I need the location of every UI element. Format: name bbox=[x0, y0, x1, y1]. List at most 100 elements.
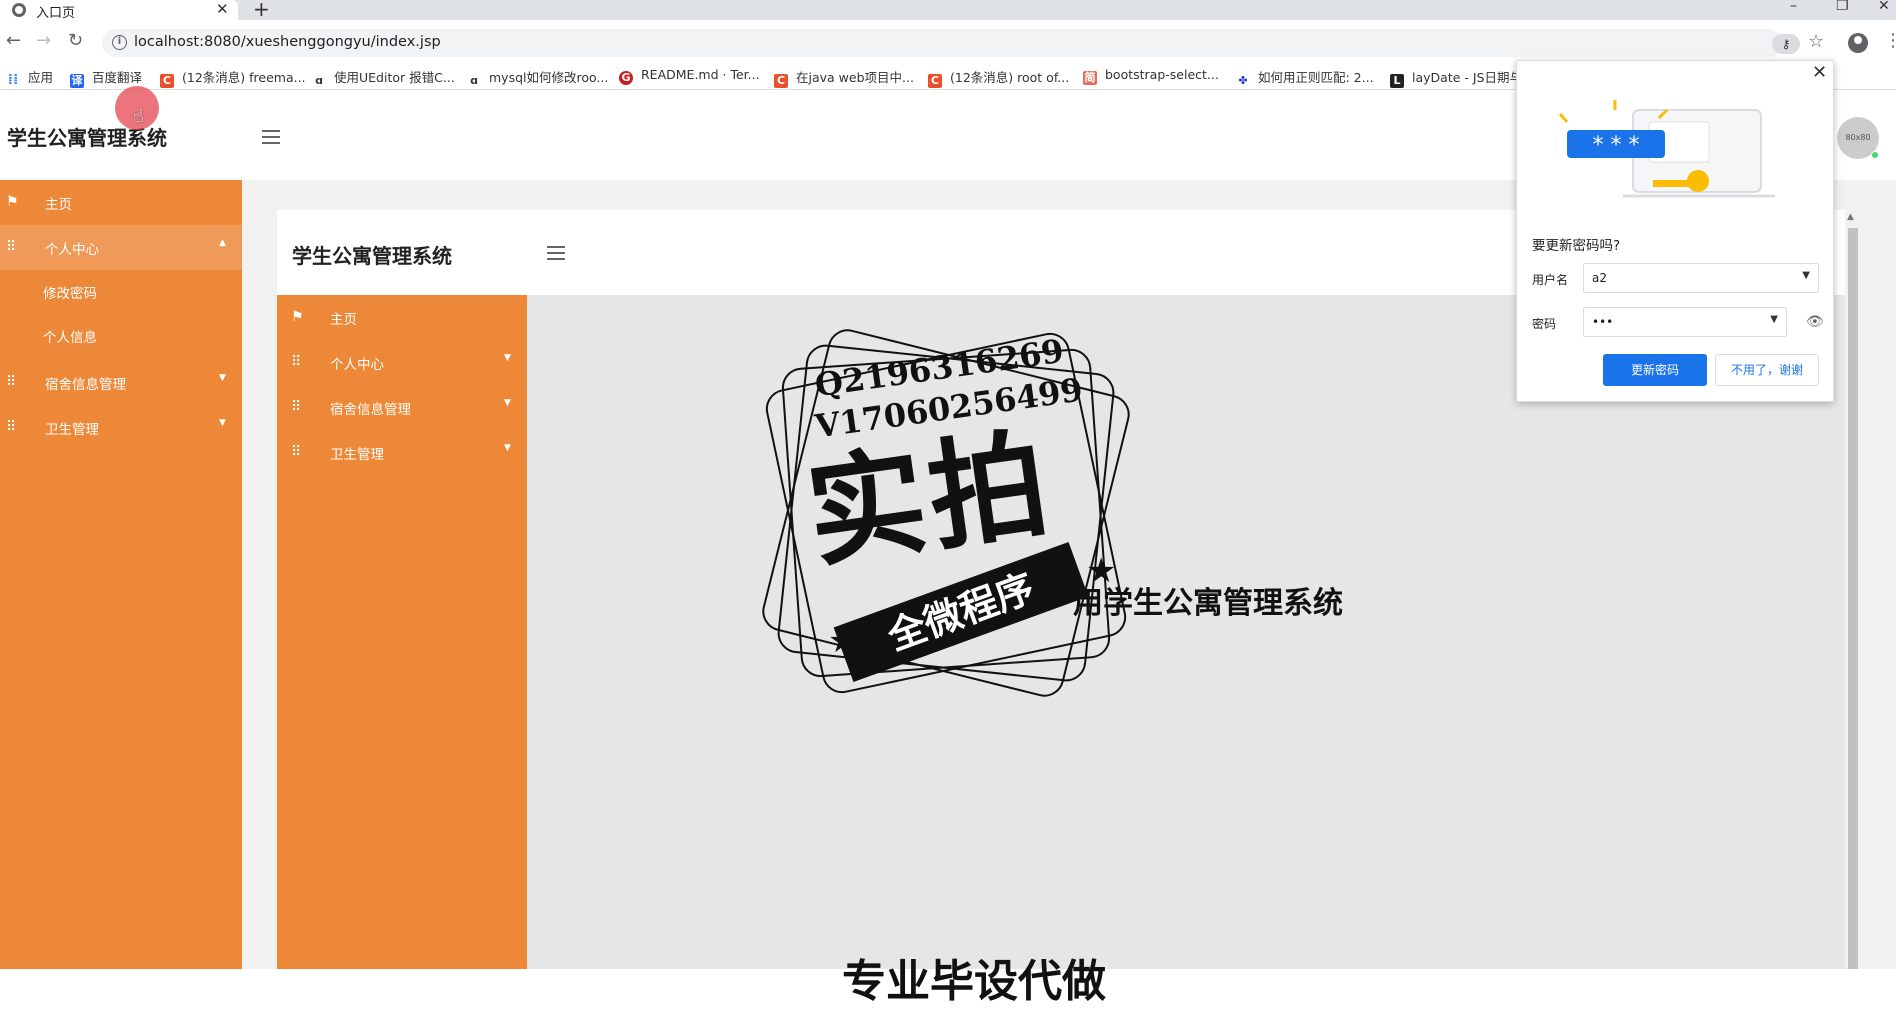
sidebar-item-dorm-info[interactable]: ⠿ 宿舍信息管理 ▼ bbox=[0, 360, 242, 405]
tab-strip: 入口页 ✕ + – ❐ ✕ bbox=[0, 0, 1896, 21]
sidebar-subitem-change-password[interactable]: 修改密码 bbox=[0, 270, 242, 314]
online-status-dot bbox=[1871, 151, 1879, 159]
bookmark-apps[interactable]: ⁞⁞ 应用 bbox=[6, 67, 53, 87]
toolbar: ← → ↻ i localhost:8080/xueshenggongyu/in… bbox=[0, 26, 1896, 60]
dropdown-arrow-icon: ▼ bbox=[1770, 314, 1778, 325]
sidebar-item-hygiene[interactable]: ⠿ 卫生管理 ▼ bbox=[0, 405, 242, 450]
grid-icon: ⠿ bbox=[291, 354, 302, 370]
flag-icon: ⚑ bbox=[291, 309, 304, 325]
bookmark-item[interactable]: ✤ 如何用正则匹配: 2... bbox=[1236, 67, 1373, 88]
dialog-close-icon[interactable]: ✕ bbox=[1812, 62, 1827, 83]
bookmark-item[interactable]: G README.md · Ter... bbox=[619, 67, 760, 85]
masked-password-text: * * * bbox=[1593, 133, 1640, 158]
scroll-up-icon[interactable]: ▲ bbox=[1847, 212, 1854, 222]
password-label: 密码 bbox=[1532, 317, 1557, 331]
caret-down-icon: ▼ bbox=[504, 398, 511, 408]
star-icon: ★ bbox=[1086, 551, 1117, 591]
show-password-eye-icon[interactable]: 👁 bbox=[1806, 314, 1824, 330]
browser-menu-icon[interactable]: ⋮ bbox=[1884, 30, 1896, 51]
watermark-stamp: Q2196316269 V17060256499 实拍 全微程序 ★ ★ bbox=[716, 283, 1176, 743]
sidebar-item-label: 主页 bbox=[45, 197, 72, 213]
bookmark-star-icon[interactable]: ☆ bbox=[1808, 31, 1824, 52]
hand-cursor-icon: ☝ bbox=[133, 106, 144, 127]
bookmark-item[interactable]: ɑ mysql如何修改roo... bbox=[467, 67, 608, 88]
sidebar-subitem-personal-info[interactable]: 个人信息 bbox=[0, 314, 242, 358]
sidebar-subitem-label: 个人信息 bbox=[43, 330, 97, 346]
address-bar[interactable]: i localhost:8080/xueshenggongyu/index.js… bbox=[102, 29, 1782, 57]
bookmark-item[interactable]: LlayDate - JS日期与 bbox=[1390, 67, 1522, 88]
reload-icon[interactable]: ↻ bbox=[68, 30, 83, 51]
no-thanks-button[interactable]: 不用了，谢谢 bbox=[1715, 354, 1819, 386]
laydate-icon: L bbox=[1390, 74, 1404, 88]
bookmark-item[interactable]: C 在java web项目中... bbox=[774, 67, 914, 88]
grid-icon: ⠿ bbox=[6, 239, 17, 255]
bookmark-item[interactable]: 简 bootstrap-select... bbox=[1083, 67, 1219, 85]
inner-sidebar-item-dorm-info[interactable]: ⠿ 宿舍信息管理 ▼ bbox=[277, 385, 527, 430]
key-icon[interactable]: ⚷ bbox=[1772, 34, 1800, 54]
star-icon: ★ bbox=[828, 621, 859, 661]
csdn-icon: C bbox=[160, 74, 174, 88]
url-text[interactable]: localhost:8080/xueshenggongyu/index.jsp bbox=[134, 34, 441, 50]
dropdown-arrow-icon: ▼ bbox=[1802, 270, 1810, 281]
inner-sidebar-item-label: 宿舍信息管理 bbox=[330, 402, 411, 418]
sidebar-subitem-label: 修改密码 bbox=[43, 286, 97, 302]
jianshu-icon: ɑ bbox=[315, 74, 323, 87]
sidebar-item-home[interactable]: ⚑ 主页 bbox=[0, 180, 242, 225]
grid-icon: ⠿ bbox=[291, 399, 302, 415]
grid-icon: ⠿ bbox=[6, 419, 17, 435]
tab-close-icon[interactable]: ✕ bbox=[216, 0, 229, 18]
forward-icon[interactable]: → bbox=[36, 30, 51, 51]
inner-sidebar-item-home[interactable]: ⚑ 主页 bbox=[277, 295, 527, 340]
baidu-paw-icon: ✤ bbox=[1238, 74, 1248, 87]
bookmark-item[interactable]: C (12条消息) freema... bbox=[160, 67, 306, 88]
inner-sidebar-item-label: 主页 bbox=[330, 312, 357, 328]
grid-icon: ⠿ bbox=[291, 444, 302, 460]
caret-down-icon: ▼ bbox=[504, 443, 511, 453]
caret-up-icon: ▲ bbox=[219, 238, 226, 248]
flag-icon: ⚑ bbox=[6, 194, 19, 210]
bookmark-item[interactable]: ɑ 使用UEditor 报错C... bbox=[312, 67, 455, 88]
minimize-icon[interactable]: – bbox=[1790, 0, 1797, 14]
caret-down-icon: ▼ bbox=[219, 373, 226, 383]
password-select[interactable]: ••• ▼ bbox=[1583, 307, 1787, 337]
inner-sidebar-item-hygiene[interactable]: ⠿ 卫生管理 ▼ bbox=[277, 430, 527, 475]
csdn-icon: C bbox=[774, 74, 788, 88]
apps-grid-icon: ⁞⁞ bbox=[7, 72, 19, 88]
restore-icon[interactable]: ❐ bbox=[1836, 0, 1849, 14]
profile-icon[interactable] bbox=[1848, 33, 1868, 53]
hamburger-menu-icon[interactable] bbox=[262, 130, 280, 144]
back-icon[interactable]: ← bbox=[6, 30, 21, 51]
inner-sidebar-item-personal-center[interactable]: ⠿ 个人中心 ▼ bbox=[277, 340, 527, 385]
bookmark-item[interactable]: 译百度翻译 bbox=[70, 67, 142, 88]
grid-icon: ⠿ bbox=[6, 374, 17, 390]
baidu-translate-icon: 译 bbox=[70, 74, 84, 88]
inner-hamburger-menu-icon[interactable] bbox=[547, 246, 565, 260]
globe-icon bbox=[12, 3, 26, 17]
sidebar-item-personal-center[interactable]: ⠿ 个人中心 ▲ bbox=[0, 225, 242, 270]
site-info-icon[interactable]: i bbox=[112, 35, 127, 50]
gitee-icon: G bbox=[619, 71, 633, 85]
password-illustration: * * * bbox=[1558, 100, 1775, 198]
caret-down-icon: ▼ bbox=[504, 353, 511, 363]
sidebar-item-label: 个人中心 bbox=[45, 242, 99, 258]
username-label: 用户名 bbox=[1532, 273, 1569, 287]
new-tab-button[interactable]: + bbox=[253, 0, 270, 21]
window-close-icon[interactable]: ✕ bbox=[1878, 0, 1890, 14]
jianshu-red-icon: 简 bbox=[1083, 71, 1097, 85]
username-select[interactable]: a2 ▼ bbox=[1583, 263, 1819, 293]
csdn-icon: C bbox=[928, 74, 942, 88]
bookmark-item[interactable]: C (12条消息) root of... bbox=[928, 67, 1069, 88]
sidebar-item-label: 卫生管理 bbox=[45, 422, 99, 438]
caret-down-icon: ▼ bbox=[219, 418, 226, 428]
promo-text: 专业毕设代做 bbox=[842, 956, 1106, 1007]
update-password-button[interactable]: 更新密码 bbox=[1603, 354, 1707, 386]
dialog-question: 要更新密码吗? bbox=[1532, 238, 1621, 254]
sidebar-item-label: 宿舍信息管理 bbox=[45, 377, 126, 393]
inner-sidebar-item-label: 个人中心 bbox=[330, 357, 384, 373]
jianshu-icon: ɑ bbox=[470, 74, 478, 87]
inner-sidebar-item-label: 卫生管理 bbox=[330, 447, 384, 463]
sidebar: ⚑ 主页 ⠿ 个人中心 ▲ 修改密码 个人信息 ⠿ 宿舍信息管理 ▼ ⠿ 卫生管… bbox=[0, 180, 242, 969]
scrollbar-thumb[interactable] bbox=[1848, 228, 1858, 969]
active-tab[interactable]: 入口页 ✕ bbox=[0, 0, 238, 21]
tab-title: 入口页 bbox=[36, 6, 76, 21]
